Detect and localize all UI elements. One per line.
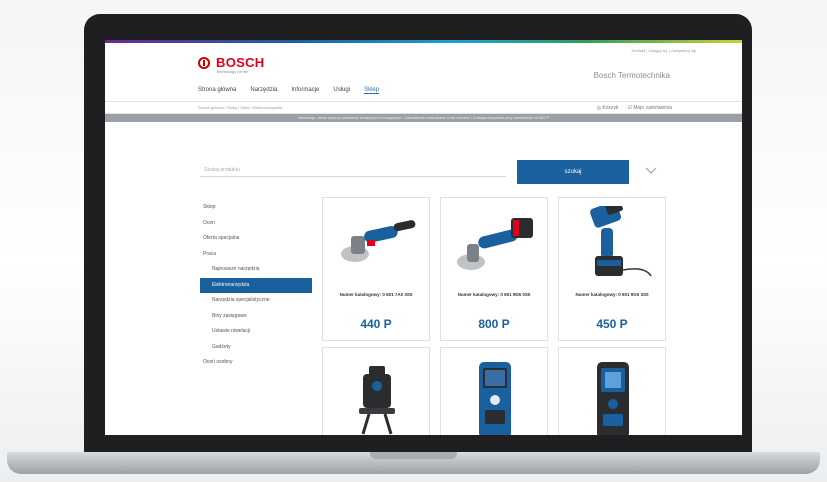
impact-wrench-icon bbox=[590, 206, 652, 277]
product-card[interactable] bbox=[322, 347, 430, 435]
product-name[interactable]: Numer katalogowy: 0 601 7A0 3S0 bbox=[327, 292, 425, 297]
digital-measure-icon bbox=[597, 362, 629, 435]
product-name[interactable]: Numer katalogowy: 0 601 9G0 3S0 bbox=[563, 292, 661, 297]
chevron-down-icon[interactable] bbox=[645, 164, 657, 176]
product-card[interactable]: Numer katalogowy: 0 601 7A0 3S0 440 P bbox=[322, 197, 430, 341]
cart-link[interactable]: ◎ Koszyk bbox=[597, 105, 619, 111]
sidebar-item-gadgets[interactable]: Gadżety bbox=[200, 340, 312, 356]
angle-grinder-icon bbox=[341, 220, 416, 262]
product-price: 800 P bbox=[478, 317, 510, 331]
nav-item-tools[interactable]: Narzędzia bbox=[250, 87, 277, 94]
sidebar-item-special-offer[interactable]: Oferta specjalna bbox=[200, 231, 312, 247]
sidebar-item-power-tools[interactable]: Elektronarzędzia bbox=[200, 277, 312, 293]
nav-item-shop[interactable]: Sklep bbox=[364, 87, 380, 94]
product-card[interactable] bbox=[440, 347, 548, 435]
sidebar-item-ocen[interactable]: Ocen bbox=[200, 216, 312, 232]
sidebar-item-shop[interactable]: Sklep bbox=[200, 200, 312, 216]
product-card[interactable] bbox=[558, 347, 666, 435]
sidebar-item-newest-tools[interactable]: Najnowsze narzędzia bbox=[200, 262, 312, 278]
product-card[interactable]: Numer katalogowy: 0 601 9G0 3S0 450 P bbox=[558, 197, 666, 341]
category-sidebar: Sklep Ocen Oferta specjalna Praca Najnow… bbox=[200, 200, 312, 371]
nav-item-home[interactable]: Strona główna bbox=[198, 87, 236, 94]
bosch-logo-icon[interactable] bbox=[198, 57, 210, 69]
logo-text[interactable]: BOSCH bbox=[216, 55, 264, 70]
search-input[interactable]: Szukaj produktu bbox=[200, 163, 506, 177]
breadcrumb[interactable]: Strona główna / Sklep / Ofert / Elektron… bbox=[198, 105, 282, 110]
orders-link[interactable]: ☑ Moje zamówienia bbox=[627, 105, 672, 111]
search-button[interactable]: szukaj bbox=[517, 160, 629, 184]
product-card[interactable]: Numer katalogowy: 0 601 9D6 0S0 800 P bbox=[440, 197, 548, 341]
product-name[interactable]: Numer katalogowy: 0 601 9D6 0S0 bbox=[445, 292, 543, 297]
main-nav: Strona główna Narzędzia Informacje Usług… bbox=[198, 87, 380, 94]
sidebar-item-other[interactable]: Oceń osobny bbox=[200, 355, 312, 371]
breadcrumb-bar: Strona główna / Sklep / Ofert / Elektron… bbox=[105, 101, 742, 114]
sidebar-item-praca[interactable]: Praca bbox=[200, 247, 312, 263]
top-links[interactable]: Kontakt | Zaloguj się | Zarejestruj się bbox=[631, 48, 696, 53]
sidebar-item-range-bins[interactable]: Biny zasięgowe bbox=[200, 309, 312, 325]
orders-label: Moje zamówienia bbox=[633, 105, 672, 111]
sidebar-item-specialist-tools[interactable]: Narzędzia specjalistyczne bbox=[200, 293, 312, 309]
header-actions: ◎ Koszyk ☑ Moje zamówienia bbox=[597, 105, 672, 111]
sidebar-item-leveling[interactable]: Ustawie niwelacji bbox=[200, 324, 312, 340]
info-banner: Informacja: oferta dotyczy produktów dos… bbox=[105, 114, 742, 122]
nav-item-services[interactable]: Usługi bbox=[333, 87, 350, 94]
laser-rangefinder-icon bbox=[479, 362, 511, 435]
site-header: BOSCH Technology for life Kontakt | Zalo… bbox=[105, 43, 742, 101]
line-laser-icon bbox=[359, 366, 395, 435]
laptop-screen: BOSCH Technology for life Kontakt | Zalo… bbox=[105, 40, 742, 435]
cart-label: Koszyk bbox=[602, 105, 619, 111]
cordless-angle-grinder-icon bbox=[457, 218, 533, 270]
product-price: 440 P bbox=[360, 317, 392, 331]
laptop-notch bbox=[370, 452, 457, 459]
site-name: Bosch Termotechnika bbox=[593, 71, 670, 80]
product-price: 450 P bbox=[596, 317, 628, 331]
logo-subtitle: Technology for life bbox=[216, 69, 249, 74]
nav-item-info[interactable]: Informacje bbox=[291, 87, 319, 94]
